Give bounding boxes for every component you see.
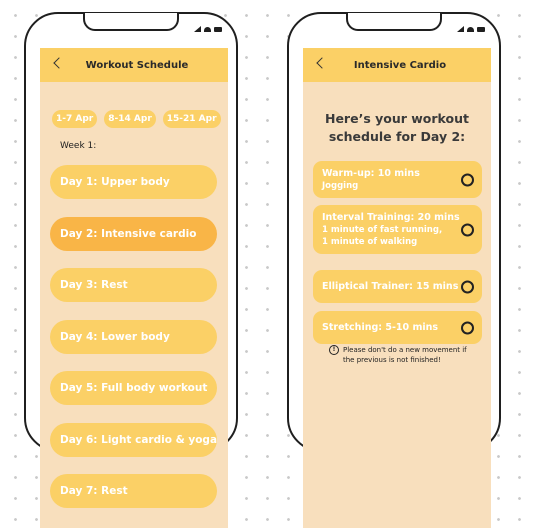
note-line-1: Please don't do a new movement if [343,346,467,354]
app-header: Workout Schedule [40,48,228,82]
page-title: Workout Schedule [85,59,189,71]
phone-notch [346,13,442,31]
status-bar [194,26,222,32]
note-line-2: the previous is not finished! [343,356,441,364]
card-title: Interval Training: 20 mins [322,212,460,223]
week-label: Week 1: [60,141,97,151]
card-title: Warm-up: 10 mins [322,168,420,179]
status-bar [457,26,485,32]
detail-screen: Intensive Cardio Here’s your workout sch… [303,48,491,528]
day-button-4[interactable]: Day 4: Lower body [50,320,217,354]
card-title: Stretching: 5-10 mins [322,322,439,333]
card-subtitle: 1 minute of fast running, [322,225,443,235]
info-icon: ! [329,345,339,355]
radio-circle-icon[interactable] [461,321,474,334]
radio-circle-icon[interactable] [461,173,474,186]
wifi-icon [467,26,474,32]
card-subtitle: Jogging [322,181,359,191]
signal-icon [457,26,464,32]
card-subtitle: 1 minute of walking [322,237,418,247]
battery-icon [477,26,485,32]
heading-line-2: schedule for Day 2: [328,129,466,144]
exercise-card-interval[interactable]: Interval Training: 20 mins 1 minute of f… [313,205,482,254]
day-button-7[interactable]: Day 7: Rest [50,474,217,508]
radio-circle-icon[interactable] [461,280,474,293]
app-header: Intensive Cardio [303,48,491,82]
week-chip-2[interactable]: 8-14 Apr [104,110,156,128]
phone-frame-detail: Intensive Cardio Here’s your workout sch… [287,12,501,528]
page-title: Intensive Cardio [353,59,447,71]
day-button-5[interactable]: Day 5: Full body workout [50,371,217,405]
week-chip-1[interactable]: 1-7 Apr [52,110,98,128]
exercise-card-stretching[interactable]: Stretching: 5-10 mins [313,311,482,344]
week-chip-3[interactable]: 15-21 Apr [162,110,221,128]
wifi-icon [204,26,211,32]
card-title: Elliptical Trainer: 15 mins [322,281,459,292]
week-chips: 1-7 Apr 8-14 Apr 15-21 Apr [52,110,221,128]
battery-icon [214,26,222,32]
workout-heading: Here’s your workout schedule for Day 2: [303,110,491,146]
day-button-3[interactable]: Day 3: Rest [50,268,217,302]
schedule-screen: Workout Schedule 1-7 Apr 8-14 Apr 15-21 … [40,48,228,528]
day-button-1[interactable]: Day 1: Upper body [50,165,217,199]
phone-notch [83,13,179,31]
signal-icon [194,26,201,32]
radio-circle-icon[interactable] [461,223,474,236]
heading-line-1: Here’s your workout [324,111,469,126]
day-button-2[interactable]: Day 2: Intensive cardio [50,217,217,251]
exercise-card-warmup[interactable]: Warm-up: 10 mins Jogging [313,161,482,198]
day-button-6[interactable]: Day 6: Light cardio & yoga [50,423,217,457]
back-chevron-icon[interactable] [53,57,65,69]
exercise-card-elliptical[interactable]: Elliptical Trainer: 15 mins [313,270,482,303]
back-chevron-icon[interactable] [316,57,328,69]
phone-frame-schedule: Workout Schedule 1-7 Apr 8-14 Apr 15-21 … [24,12,238,528]
warning-note: ! Please don't do a new movement if the … [329,345,479,365]
